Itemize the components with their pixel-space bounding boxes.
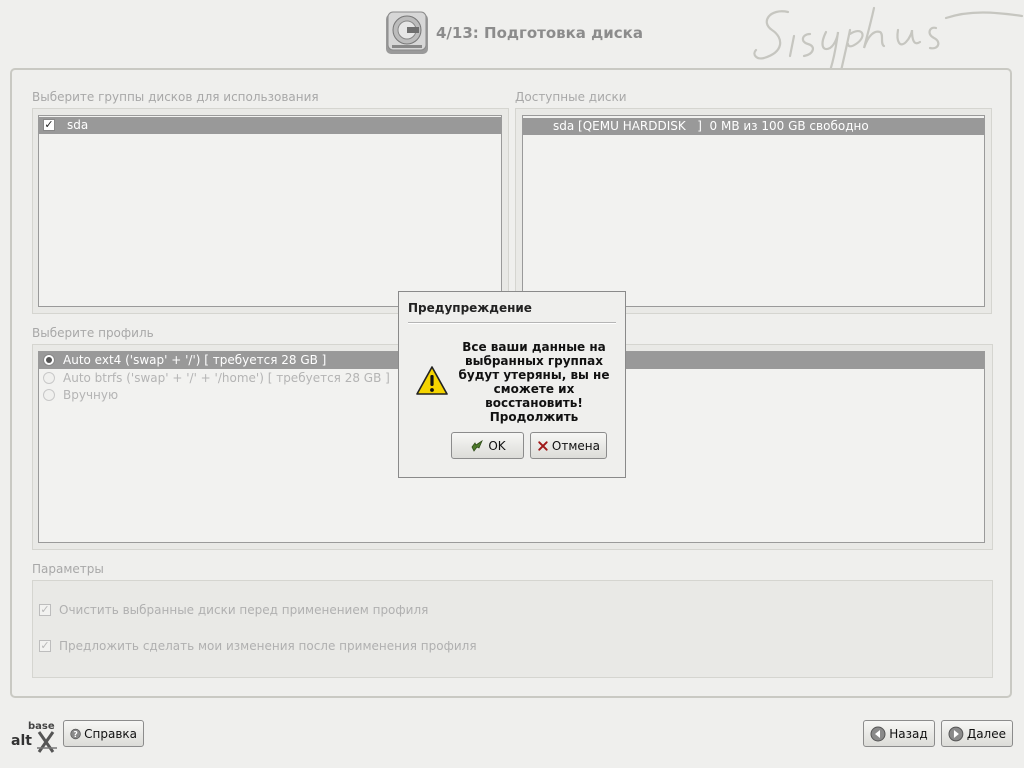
cancel-icon: [538, 440, 548, 451]
help-icon: ?: [70, 728, 81, 739]
back-button[interactable]: Назад: [863, 720, 935, 747]
disk-drive-icon: [386, 11, 428, 54]
cancel-button-label: Отмена: [551, 438, 600, 453]
profile-radio-btrfs[interactable]: [43, 372, 55, 384]
params-label: Параметры: [32, 562, 104, 576]
dialog-title: Предупреждение: [408, 301, 532, 315]
ok-button-label: OK: [488, 438, 506, 453]
dialog-divider: [408, 322, 616, 324]
next-button-label: Далее: [966, 726, 1006, 741]
profile-radio-manual[interactable]: [43, 389, 55, 401]
help-button[interactable]: ? Справка: [63, 720, 144, 747]
arrow-right-icon: [948, 726, 964, 741]
next-button[interactable]: Далее: [941, 720, 1013, 747]
clean-disks-checkbox[interactable]: ✓: [39, 604, 51, 616]
disk-groups-list[interactable]: ✓ sda: [38, 115, 502, 307]
alt-logo: base alt: [11, 721, 57, 753]
warning-dialog: Предупреждение Все ваши данные на выбран…: [398, 291, 626, 478]
arrow-left-icon: [870, 726, 886, 741]
list-item-label: sda: [67, 118, 89, 132]
profile-option-label: Auto ext4 ('swap' + '/') [ требуется 28 …: [63, 353, 327, 367]
params-group: [32, 580, 993, 678]
available-disks-label: Доступные диски: [515, 90, 627, 104]
disk-groups-label: Выберите группы дисков для использования: [32, 90, 319, 104]
profile-option-label: Auto btrfs ('swap' + '/' + '/home') [ тр…: [63, 371, 390, 385]
ok-icon: [471, 439, 484, 452]
svg-text:?: ?: [73, 729, 77, 738]
dialog-message: Все ваши данные на выбранных группах буд…: [458, 340, 610, 424]
list-item[interactable]: sda [QEMU HARDDISK ] 0 MB из 100 GB своб…: [523, 118, 984, 135]
svg-text:alt: alt: [11, 733, 32, 749]
profile-option-label: Вручную: [63, 388, 119, 402]
list-item[interactable]: ✓ sda: [39, 117, 501, 134]
list-item-label: sda [QEMU HARDDISK ] 0 MB из 100 GB своб…: [553, 119, 869, 133]
ok-button[interactable]: OK: [451, 432, 524, 459]
available-disks-list[interactable]: sda [QEMU HARDDISK ] 0 MB из 100 GB своб…: [522, 115, 985, 307]
suggest-changes-checkbox[interactable]: ✓: [39, 640, 51, 652]
clean-disks-label: Очистить выбранные диски перед применени…: [59, 603, 429, 617]
svg-text:base: base: [28, 721, 55, 732]
page-title: 4/13: Подготовка диска: [436, 24, 643, 42]
profile-radio-ext4[interactable]: [43, 354, 55, 366]
help-button-label: Справка: [84, 726, 137, 741]
back-button-label: Назад: [889, 726, 928, 741]
cancel-button[interactable]: Отмена: [530, 432, 607, 459]
warning-icon: [416, 366, 448, 395]
suggest-changes-label: Предложить сделать мои изменения после п…: [59, 639, 477, 653]
profile-label: Выберите профиль: [32, 326, 154, 340]
sda-checkbox[interactable]: ✓: [43, 119, 55, 131]
